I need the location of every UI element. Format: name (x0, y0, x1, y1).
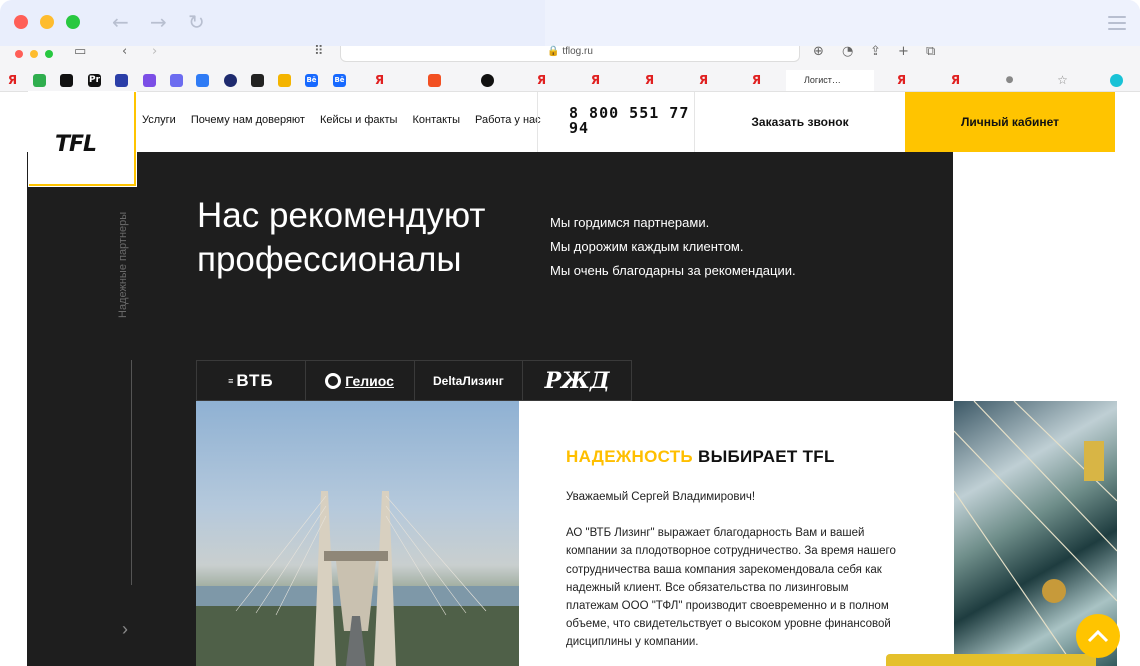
hamburger-menu-icon[interactable] (1108, 16, 1126, 30)
side-divider (131, 360, 132, 585)
callback-button[interactable]: Заказать звонок (694, 92, 905, 152)
nav-link-services[interactable]: Услуги (142, 114, 176, 126)
bookmark-behance-icon[interactable]: Bē (305, 74, 318, 87)
active-tab-label: Логист… (804, 75, 841, 85)
bookmark-yandex-icon[interactable]: Я (643, 74, 656, 87)
bridge-illustration (196, 491, 519, 666)
browser-window: ← → ↻ ▭ ‹ › ⠿ 🔒 tflog.ru ⊕ ◔ ⇪ + ⧉ Я Pr … (0, 0, 1140, 666)
partner-delta-leasing[interactable]: DeltaЛизинг (415, 361, 524, 400)
nav-link-contacts[interactable]: Контакты (412, 114, 460, 126)
card-greeting: Уважаемый Сергей Владимирович! (566, 491, 756, 503)
hero-text: Мы гордимся партнерами. Мы дорожим кажды… (550, 215, 796, 278)
inner-close-dot[interactable] (15, 50, 23, 58)
bookmark-yandex-icon[interactable]: Я (589, 74, 602, 87)
bookmark-yellow-icon[interactable] (278, 74, 291, 87)
bookmark-plus-icon[interactable] (481, 74, 494, 87)
back-chevron-icon[interactable]: ‹ (122, 44, 127, 59)
active-tab[interactable]: Логист… (786, 70, 874, 91)
bookmark-pr-icon[interactable]: Pr (88, 74, 101, 87)
next-arrow-icon[interactable]: › (122, 619, 128, 640)
grid-icon[interactable]: ⠿ (314, 44, 324, 59)
partner-gelios[interactable]: Гелиос (306, 361, 415, 400)
partner-tabs: ≡ ВТБ Гелиос DeltaЛизинг РЖД (196, 360, 632, 401)
side-section-label: Надежные партнеры (117, 211, 129, 318)
bookmark-yandex-icon[interactable]: Я (895, 74, 908, 87)
bookmark-purple-icon[interactable] (143, 74, 156, 87)
back-arrow-icon[interactable]: ← (112, 10, 129, 34)
gelios-logo-icon (325, 372, 342, 389)
bookmark-cd-icon[interactable] (60, 74, 73, 87)
card-title: НАДЕЖНОСТЬ ВЫБИРАЕТ TFL (566, 447, 835, 466)
maximize-window-button[interactable] (66, 15, 80, 29)
url-text: tflog.ru (562, 46, 593, 57)
bookmark-green-icon[interactable] (33, 74, 46, 87)
nav-link-cases[interactable]: Кейсы и факты (320, 114, 397, 126)
forward-chevron-icon[interactable]: › (152, 44, 157, 59)
address-bar[interactable]: 🔒 tflog.ru (340, 46, 800, 62)
phone-number[interactable]: 8 800 551 77 94 (537, 92, 694, 152)
partner-vtb[interactable]: ≡ ВТБ (197, 361, 306, 400)
minimize-window-button[interactable] (40, 15, 54, 29)
bookmark-f-icon[interactable] (196, 74, 209, 87)
personal-account-button[interactable]: Личный кабинет (905, 92, 1115, 152)
bookmark-orange-icon[interactable] (428, 74, 441, 87)
nav-link-trust[interactable]: Почему нам доверяют (191, 114, 305, 126)
vtb-stripes-icon: ≡ (228, 375, 234, 386)
main-nav: Услуги Почему нам доверяют Кейсы и факты… (142, 114, 553, 126)
sidebar-icon[interactable]: ▭ (74, 44, 86, 59)
bookmark-star-icon[interactable]: ☆ (1056, 74, 1069, 87)
card-body: Уважаемый Сергей Владимирович! АО "ВТБ Л… (566, 488, 896, 652)
close-window-button[interactable] (14, 15, 28, 29)
bookmark-yandex-icon[interactable]: Я (697, 74, 710, 87)
inner-minimize-dot[interactable] (30, 50, 38, 58)
bookmark-behance-icon-2[interactable]: Bē (333, 74, 346, 87)
scroll-to-top-button[interactable] (1076, 614, 1120, 658)
bookmark-dark-icon[interactable] (251, 74, 264, 87)
download-icon[interactable]: ⊕ (813, 44, 824, 59)
forward-arrow-icon[interactable]: → (150, 10, 167, 34)
bookmark-yandex-icon[interactable]: Я (6, 74, 19, 87)
rzd-logo: РЖД (544, 367, 610, 394)
new-tab-icon[interactable]: + (898, 44, 909, 59)
bookmark-shield-icon[interactable] (170, 74, 183, 87)
outer-toolbar: ← → ↻ (0, 0, 1140, 46)
bookmark-yandex-icon[interactable]: Я (949, 74, 962, 87)
bookmark-search-icon[interactable] (1110, 74, 1123, 87)
bookmark-yandex-icon[interactable]: Я (750, 74, 763, 87)
partner-rzd[interactable]: РЖД (523, 361, 631, 400)
card-text: АО "ВТБ Лизинг" выражает благодарность В… (566, 527, 896, 649)
bookmarks-bar: Я Pr Bē Bē Я Я Я Я Я Я Логист… Я Я ● ☆ (0, 70, 1140, 92)
tabs-overview-icon[interactable]: ⧉ (926, 44, 935, 59)
share-icon[interactable]: ⇪ (870, 44, 881, 59)
inner-maximize-dot[interactable] (45, 50, 53, 58)
bookmark-apple-icon[interactable]: ● (1003, 74, 1016, 87)
inner-toolbar: ▭ ‹ › ⠿ 🔒 tflog.ru ⊕ ◔ ⇪ + ⧉ (0, 44, 1140, 70)
website: TFL Услуги Почему нам доверяют Кейсы и ф… (0, 92, 1140, 666)
bookmark-sp-icon[interactable] (224, 74, 237, 87)
logo-box[interactable]: TFL (29, 92, 136, 186)
bookmark-k-icon[interactable] (115, 74, 128, 87)
bottom-yellow-bar (886, 654, 1096, 666)
hero-title: Нас рекомендуют профессионалы (197, 196, 486, 279)
history-icon[interactable]: ◔ (842, 44, 853, 59)
reload-icon[interactable]: ↻ (188, 10, 205, 34)
nav-link-careers[interactable]: Работа у нас (475, 114, 541, 126)
chevron-up-icon (1087, 629, 1109, 643)
bridge-photo (196, 401, 519, 666)
recommendation-card: НАДЕЖНОСТЬ ВЫБИРАЕТ TFL Уважаемый Сергей… (519, 401, 954, 666)
bookmark-yandex-icon[interactable]: Я (373, 74, 386, 87)
phone-line-2: 94 (569, 119, 590, 137)
bookmark-yandex-icon[interactable]: Я (535, 74, 548, 87)
logo: TFL (55, 132, 97, 157)
